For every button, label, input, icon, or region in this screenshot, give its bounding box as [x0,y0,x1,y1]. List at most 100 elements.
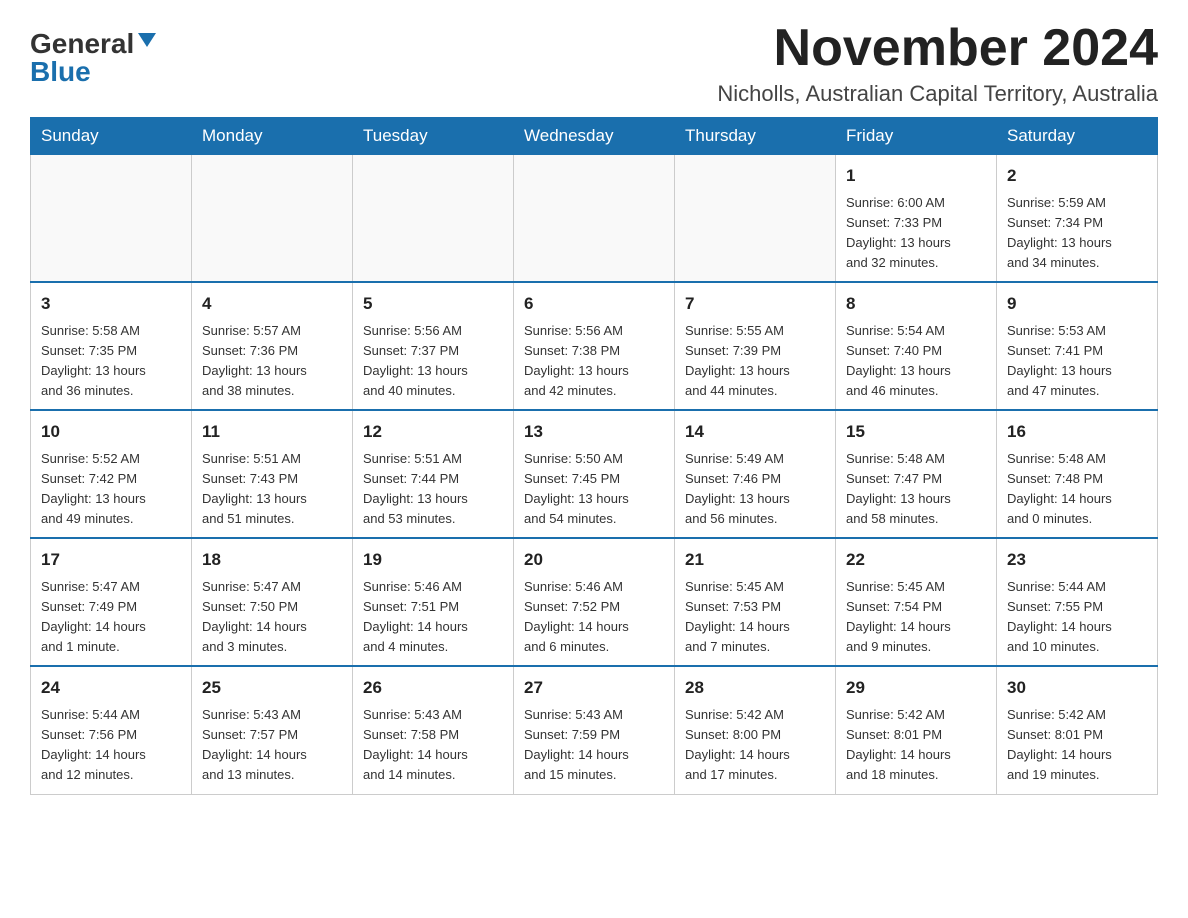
day-number: 2 [1007,163,1147,189]
day-info: Sunrise: 5:53 AMSunset: 7:41 PMDaylight:… [1007,321,1147,402]
day-number: 28 [685,675,825,701]
day-info: Sunrise: 6:00 AMSunset: 7:33 PMDaylight:… [846,193,986,274]
day-number: 7 [685,291,825,317]
day-number: 13 [524,419,664,445]
calendar-week-row: 10 Sunrise: 5:52 AMSunset: 7:42 PMDayligh… [31,410,1158,538]
day-number: 1 [846,163,986,189]
day-info: Sunrise: 5:54 AMSunset: 7:40 PMDaylight:… [846,321,986,402]
day-info: Sunrise: 5:43 AMSunset: 7:58 PMDaylight:… [363,705,503,786]
day-number: 9 [1007,291,1147,317]
day-number: 29 [846,675,986,701]
header-wednesday: Wednesday [514,118,675,155]
header-thursday: Thursday [675,118,836,155]
table-row: 16 Sunrise: 5:48 AMSunset: 7:48 PMDayligh… [997,410,1158,538]
day-number: 14 [685,419,825,445]
logo-arrow-icon [138,33,156,47]
header: General Blue November 2024 Nicholls, Aus… [30,20,1158,107]
day-info: Sunrise: 5:57 AMSunset: 7:36 PMDaylight:… [202,321,342,402]
day-number: 10 [41,419,181,445]
day-info: Sunrise: 5:43 AMSunset: 7:59 PMDaylight:… [524,705,664,786]
day-info: Sunrise: 5:52 AMSunset: 7:42 PMDaylight:… [41,449,181,530]
table-row: 1 Sunrise: 6:00 AMSunset: 7:33 PMDaylight… [836,155,997,283]
table-row: 15Sunrise: 5:48 AMSunset: 7:47 PMDayligh… [836,410,997,538]
logo-blue: Blue [30,58,91,86]
day-number: 19 [363,547,503,573]
table-row: 13Sunrise: 5:50 AMSunset: 7:45 PMDayligh… [514,410,675,538]
day-info: Sunrise: 5:56 AMSunset: 7:37 PMDaylight:… [363,321,503,402]
table-row: 2 Sunrise: 5:59 AMSunset: 7:34 PMDaylight… [997,155,1158,283]
day-info: Sunrise: 5:42 AMSunset: 8:00 PMDaylight:… [685,705,825,786]
day-info: Sunrise: 5:56 AMSunset: 7:38 PMDaylight:… [524,321,664,402]
day-number: 17 [41,547,181,573]
table-row: 11 Sunrise: 5:51 AMSunset: 7:43 PMDayligh… [192,410,353,538]
table-row: 10 Sunrise: 5:52 AMSunset: 7:42 PMDayligh… [31,410,192,538]
day-number: 22 [846,547,986,573]
day-info: Sunrise: 5:51 AMSunset: 7:44 PMDaylight:… [363,449,503,530]
month-title: November 2024 [717,20,1158,77]
day-info: Sunrise: 5:48 AMSunset: 7:48 PMDaylight:… [1007,449,1147,530]
day-info: Sunrise: 5:49 AMSunset: 7:46 PMDaylight:… [685,449,825,530]
table-row: 25Sunrise: 5:43 AMSunset: 7:57 PMDayligh… [192,666,353,794]
table-row: 9 Sunrise: 5:53 AMSunset: 7:41 PMDaylight… [997,282,1158,410]
table-row: 3Sunrise: 5:58 AMSunset: 7:35 PMDaylight… [31,282,192,410]
table-row: 26 Sunrise: 5:43 AMSunset: 7:58 PMDayligh… [353,666,514,794]
day-number: 3 [41,291,181,317]
table-row: 21 Sunrise: 5:45 AMSunset: 7:53 PMDayligh… [675,538,836,666]
calendar-header-row: Sunday Monday Tuesday Wednesday Thursday… [31,118,1158,155]
table-row: 17 Sunrise: 5:47 AMSunset: 7:49 PMDayligh… [31,538,192,666]
day-number: 26 [363,675,503,701]
day-info: Sunrise: 5:46 AMSunset: 7:52 PMDaylight:… [524,577,664,658]
day-number: 4 [202,291,342,317]
table-row: 29 Sunrise: 5:42 AMSunset: 8:01 PMDayligh… [836,666,997,794]
day-info: Sunrise: 5:51 AMSunset: 7:43 PMDaylight:… [202,449,342,530]
table-row: 12Sunrise: 5:51 AMSunset: 7:44 PMDayligh… [353,410,514,538]
day-number: 11 [202,419,342,445]
table-row [675,155,836,283]
table-row [353,155,514,283]
header-friday: Friday [836,118,997,155]
calendar-week-row: 1 Sunrise: 6:00 AMSunset: 7:33 PMDaylight… [31,155,1158,283]
day-number: 6 [524,291,664,317]
day-number: 15 [846,419,986,445]
table-row: 5 Sunrise: 5:56 AMSunset: 7:37 PMDaylight… [353,282,514,410]
table-row: 4 Sunrise: 5:57 AMSunset: 7:36 PMDaylight… [192,282,353,410]
day-number: 24 [41,675,181,701]
day-number: 16 [1007,419,1147,445]
table-row: 23Sunrise: 5:44 AMSunset: 7:55 PMDayligh… [997,538,1158,666]
header-tuesday: Tuesday [353,118,514,155]
header-sunday: Sunday [31,118,192,155]
table-row: 22 Sunrise: 5:45 AMSunset: 7:54 PMDayligh… [836,538,997,666]
day-number: 25 [202,675,342,701]
table-row: 20 Sunrise: 5:46 AMSunset: 7:52 PMDayligh… [514,538,675,666]
table-row: 30 Sunrise: 5:42 AMSunset: 8:01 PMDayligh… [997,666,1158,794]
calendar-week-row: 24 Sunrise: 5:44 AMSunset: 7:56 PMDayligh… [31,666,1158,794]
header-saturday: Saturday [997,118,1158,155]
day-number: 30 [1007,675,1147,701]
day-number: 5 [363,291,503,317]
table-row: 24 Sunrise: 5:44 AMSunset: 7:56 PMDayligh… [31,666,192,794]
day-number: 27 [524,675,664,701]
day-info: Sunrise: 5:55 AMSunset: 7:39 PMDaylight:… [685,321,825,402]
day-info: Sunrise: 5:42 AMSunset: 8:01 PMDaylight:… [846,705,986,786]
day-info: Sunrise: 5:45 AMSunset: 7:53 PMDaylight:… [685,577,825,658]
day-number: 23 [1007,547,1147,573]
day-info: Sunrise: 5:44 AMSunset: 7:56 PMDaylight:… [41,705,181,786]
day-info: Sunrise: 5:47 AMSunset: 7:49 PMDaylight:… [41,577,181,658]
day-info: Sunrise: 5:59 AMSunset: 7:34 PMDaylight:… [1007,193,1147,274]
table-row: 18Sunrise: 5:47 AMSunset: 7:50 PMDayligh… [192,538,353,666]
table-row [192,155,353,283]
table-row: 6 Sunrise: 5:56 AMSunset: 7:38 PMDaylight… [514,282,675,410]
calendar-week-row: 17 Sunrise: 5:47 AMSunset: 7:49 PMDayligh… [31,538,1158,666]
title-area: November 2024 Nicholls, Australian Capit… [717,20,1158,107]
day-info: Sunrise: 5:45 AMSunset: 7:54 PMDaylight:… [846,577,986,658]
table-row: 27 Sunrise: 5:43 AMSunset: 7:59 PMDayligh… [514,666,675,794]
calendar-week-row: 3Sunrise: 5:58 AMSunset: 7:35 PMDaylight… [31,282,1158,410]
logo-general: General [30,30,134,58]
day-info: Sunrise: 5:42 AMSunset: 8:01 PMDaylight:… [1007,705,1147,786]
calendar-table: Sunday Monday Tuesday Wednesday Thursday… [30,117,1158,794]
day-number: 20 [524,547,664,573]
table-row: 14 Sunrise: 5:49 AMSunset: 7:46 PMDayligh… [675,410,836,538]
table-row: 7 Sunrise: 5:55 AMSunset: 7:39 PMDaylight… [675,282,836,410]
table-row: 8Sunrise: 5:54 AMSunset: 7:40 PMDaylight… [836,282,997,410]
day-number: 21 [685,547,825,573]
